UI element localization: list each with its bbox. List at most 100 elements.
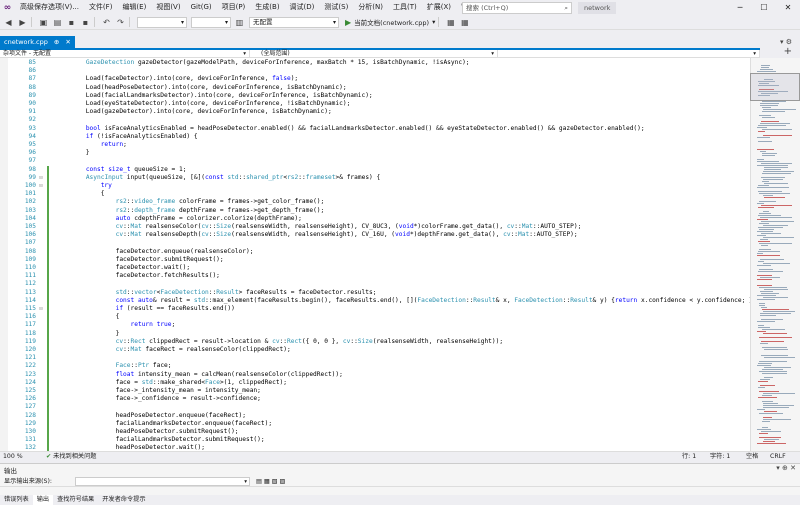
split-editor-plus-icon[interactable]: + [784, 46, 792, 57]
bottom-tab[interactable]: 错误列表 [0, 495, 33, 505]
code-line[interactable]: 104 auto cdepthFrame = colorizer.coloriz… [0, 214, 750, 223]
save-icon[interactable]: ▪ [66, 17, 77, 28]
project-name[interactable]: network [578, 2, 617, 14]
bottom-tab[interactable]: 查找符号结果 [53, 495, 98, 505]
bottom-tab[interactable]: 输出 [32, 495, 54, 505]
code-line[interactable]: 98 const size_t queueSize = 1; [0, 165, 750, 174]
code-editor[interactable]: 85 GazeDetection gazeDetector(gazeModelP… [0, 58, 750, 451]
line-indicator[interactable]: 行: 1 [682, 452, 696, 462]
maximize-icon[interactable]: ☐ [752, 0, 776, 15]
new-project-icon[interactable]: ▣ [38, 17, 49, 28]
code-line[interactable]: 89 Load(facialLandmarksDetector).into(co… [0, 92, 750, 100]
tab-cnetwork-cpp[interactable]: cnetwork.cpp ⊕ ✕ [0, 36, 75, 48]
code-line[interactable]: 124 face = std::make_shared<Face>(1, cli… [0, 378, 750, 387]
code-line[interactable]: 105 cv::Mat realsenseColor(cv::Size(real… [0, 223, 750, 232]
code-line[interactable]: 121 [0, 354, 750, 363]
code-line[interactable]: 109 faceDetector.submitRequest(); [0, 255, 750, 264]
menu-item[interactable]: 编辑(E) [117, 0, 151, 15]
code-line[interactable]: 119 cv::Rect clippedRect = result->locat… [0, 337, 750, 346]
close-icon[interactable]: ✕ [776, 0, 800, 15]
code-line[interactable]: 93 bool isFaceAnalyticsEnabled = headPos… [0, 125, 750, 133]
issues-indicator[interactable]: ✔ 未找到相关问题 [46, 452, 96, 462]
code-line[interactable]: 111 faceDetector.fetchResults(); [0, 272, 750, 281]
code-line[interactable]: 106 cv::Mat realsenseDepth(cv::Size(real… [0, 231, 750, 240]
menu-item[interactable]: 调试(D) [285, 0, 320, 15]
file-icon[interactable]: ▥ [234, 17, 245, 28]
run-current-document-button[interactable]: ▶ 当前文档(cnetwork.cpp) ▾ [345, 17, 435, 28]
collapse-icon[interactable]: ⊟ [38, 305, 44, 313]
menu-item[interactable]: 高级保存选项(V)... [15, 0, 84, 15]
code-line[interactable]: 94 if (!isFaceAnalyticsEnabled) { [0, 133, 750, 141]
code-line[interactable]: 130 headPoseDetector.submitRequest(); [0, 428, 750, 437]
code-line[interactable]: 112 [0, 280, 750, 289]
code-line[interactable]: 129 facialLandmarksDetector.enqueue(face… [0, 419, 750, 428]
open-file-icon[interactable]: ▤ [52, 17, 63, 28]
menu-item[interactable]: 项目(P) [217, 0, 251, 15]
output-toolbar-icons[interactable]: ▤ ▦ ▧ ▨ [256, 476, 285, 487]
code-line[interactable]: 117 return true; [0, 321, 750, 330]
close-tab-icon[interactable]: ✕ [65, 38, 70, 46]
save-all-icon[interactable]: ▪ [80, 17, 91, 28]
code-line[interactable]: 99 ⊟ AsyncInput input(queueSize, [&](cons… [0, 173, 750, 182]
toolbar-option-icon[interactable]: ▦ [459, 17, 470, 28]
code-line[interactable]: 110 faceDetector.wait(); [0, 264, 750, 273]
code-line[interactable]: 127 [0, 403, 750, 412]
pin-icon[interactable]: ⊕ [54, 38, 59, 46]
code-line[interactable]: 126 face->_confidence = result->confiden… [0, 395, 750, 404]
code-line[interactable]: 96 } [0, 149, 750, 157]
code-line[interactable]: 128 headPoseDetector.enqueue(faceRect); [0, 411, 750, 420]
code-line[interactable]: 131 facialLandmarksDetector.submitReques… [0, 436, 750, 445]
file-configuration-combo[interactable]: 无配置 ▾ [249, 16, 339, 28]
chevron-down-icon[interactable]: ▾ [776, 464, 780, 472]
code-line[interactable]: 125 face->_intensity_mean = intensity_me… [0, 387, 750, 396]
menu-item[interactable]: 视图(V) [151, 0, 185, 15]
output-source-combo[interactable]: ▾ [75, 477, 250, 486]
code-line[interactable]: 103 rs2::depth_frame depthFrame = frames… [0, 206, 750, 215]
collapse-icon[interactable]: ⊟ [38, 182, 44, 190]
pin-icon[interactable]: ⊕ [782, 464, 788, 472]
code-line[interactable]: 87 Load(faceDetector).into(core, deviceF… [0, 75, 750, 83]
code-line[interactable]: 86 [0, 67, 750, 75]
code-line[interactable]: 95 return; [0, 141, 750, 149]
back-icon[interactable]: ◀ [3, 17, 14, 28]
toolbar-option-icon[interactable]: ▦ [445, 17, 456, 28]
code-line[interactable]: 114 const auto& result = std::max_elemen… [0, 296, 750, 305]
code-line[interactable]: 107 [0, 239, 750, 248]
menu-item[interactable]: 生成(B) [250, 0, 284, 15]
minimize-icon[interactable]: ─ [728, 0, 752, 15]
collapse-icon[interactable]: ⊟ [38, 174, 44, 182]
eol-mode[interactable]: CRLF [770, 452, 786, 462]
code-line[interactable]: 118 } [0, 329, 750, 338]
menu-item[interactable]: 工具(T) [388, 0, 422, 15]
menu-item[interactable]: 分析(N) [353, 0, 388, 15]
configuration-combo[interactable]: ▾ [137, 16, 187, 28]
whitespace-mode[interactable]: 空格 [746, 452, 758, 462]
visual-studio-logo-icon[interactable]: ∞ [0, 0, 15, 15]
code-line[interactable]: 108 faceDetector.enqueue(realsenseColor)… [0, 247, 750, 256]
code-line[interactable]: 122 Face::Ptr face; [0, 362, 750, 371]
search-input[interactable]: 搜索 (Ctrl+Q) ⌕ [462, 2, 572, 14]
code-line[interactable]: 100 ⊟ try [0, 182, 750, 191]
menu-item[interactable]: 扩展(X) [422, 0, 456, 15]
zoom-level[interactable]: 100 % [3, 452, 23, 462]
code-line[interactable]: 102 rs2::video_frame colorFrame = frames… [0, 198, 750, 207]
code-line[interactable]: 88 Load(headPoseDetector).into(core, dev… [0, 84, 750, 92]
menu-item[interactable]: 文件(F) [84, 0, 118, 15]
code-line[interactable]: 90 Load(eyeStateDetector).into(core, dev… [0, 100, 750, 108]
bottom-tab[interactable]: 开发者命令提示 [98, 495, 149, 505]
close-icon[interactable]: ✕ [790, 464, 796, 472]
menu-item[interactable]: Git(G) [186, 0, 217, 15]
undo-icon[interactable]: ↶ [101, 17, 112, 28]
forward-icon[interactable]: ▶ [17, 17, 28, 28]
code-line[interactable]: 91 Load(gazeDetector).into(core, deviceF… [0, 108, 750, 116]
code-line[interactable]: 132 headPoseDetector.wait(); [0, 444, 750, 451]
code-line[interactable]: 123 float intensity_mean = calcMean(real… [0, 370, 750, 379]
redo-icon[interactable]: ↷ [115, 17, 126, 28]
code-line[interactable]: 101 { [0, 190, 750, 199]
code-line[interactable]: 85 GazeDetection gazeDetector(gazeModelP… [0, 59, 750, 67]
code-line[interactable]: 113 std::vector<FaceDetection::Result> f… [0, 288, 750, 297]
code-line[interactable]: 92 [0, 116, 750, 124]
code-line[interactable]: 97 [0, 157, 750, 165]
code-line[interactable]: 120 cv::Mat faceRect = realsenseColor(cl… [0, 346, 750, 355]
minimap-viewport[interactable] [750, 73, 800, 101]
